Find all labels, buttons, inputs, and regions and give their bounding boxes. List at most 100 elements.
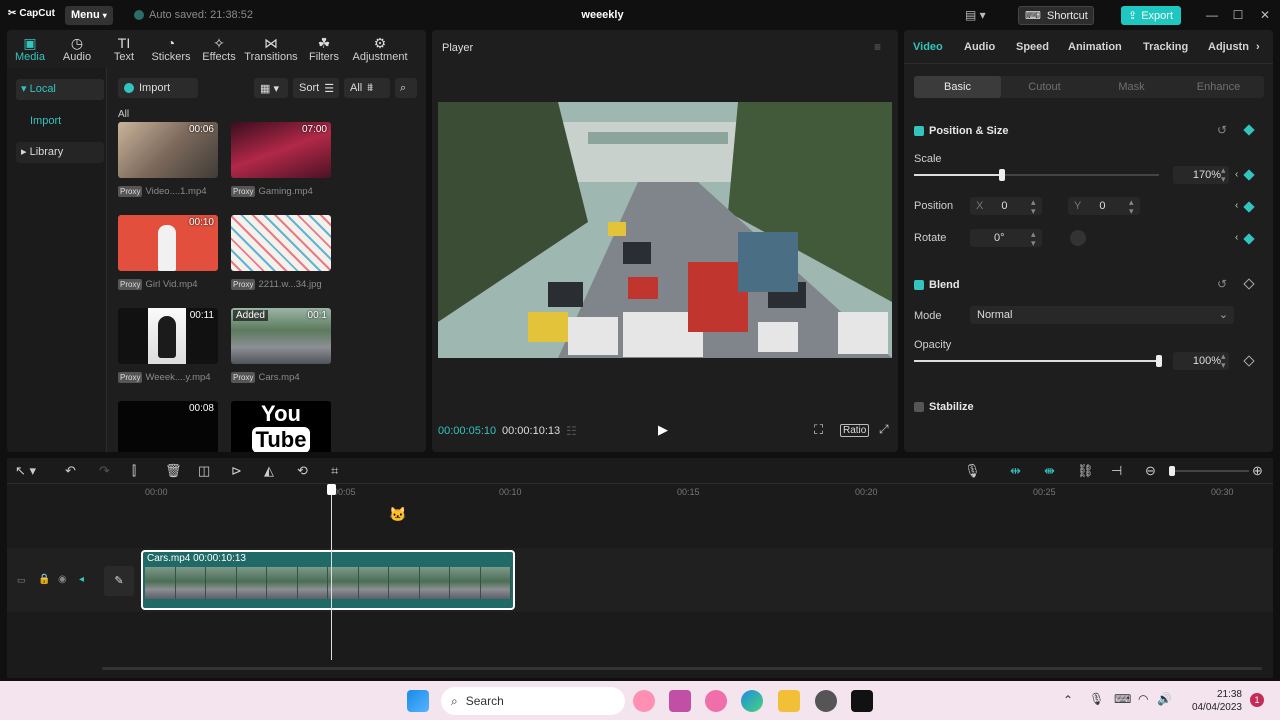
app-icon-2[interactable] [669,690,691,712]
sidebar-item-import[interactable]: Import [16,111,104,132]
minimize-icon[interactable]: — [1203,6,1221,24]
stabilize-section[interactable]: Stabilize [914,401,974,413]
stepper-icon[interactable]: ▴ ▾ [1031,198,1036,216]
search-button[interactable]: ⌕ [395,78,417,98]
zoom-knob[interactable] [1169,466,1175,476]
settings-icon[interactable] [815,690,837,712]
keyframe-outline-icon[interactable] [1243,278,1255,290]
magnet-icon[interactable]: ⇹ [1010,463,1021,479]
keyboard-tray-icon[interactable]: ⌨ [1114,692,1131,706]
blend-section[interactable]: Blend [914,279,960,291]
chevron-right-icon[interactable]: › [1256,41,1260,53]
tab-transitions[interactable]: ⋈ Transitions [243,30,299,68]
app-icon-1[interactable] [633,690,655,712]
reset-icon[interactable]: ↺ [1217,277,1227,291]
keyframe-icon[interactable] [1243,124,1255,136]
windows-start-icon[interactable] [407,690,429,712]
tab-animation[interactable]: Animation [1068,41,1122,53]
sort-button[interactable]: Sort ☰ [293,78,339,98]
tab-audio-props[interactable]: Audio [964,41,995,53]
prev-keyframe-icon[interactable]: ‹ [1235,200,1238,211]
lock-icon[interactable]: 🔒 [38,574,50,585]
preview-axis-icon[interactable]: ⊣ [1111,463,1122,479]
zoom-slider[interactable] [1169,466,1249,476]
rotate-icon[interactable]: ⟲ [297,463,308,479]
select-tool-icon[interactable]: ↖ ▾ [15,463,36,479]
freeze-icon[interactable]: ◫ [198,463,210,479]
sidebar-item-library[interactable]: ▸ Library [16,142,104,163]
audio-toggle-icon[interactable]: ◂ [79,574,84,585]
eye-icon[interactable]: ◉ [58,574,67,585]
wifi-icon[interactable]: ◠ [1138,692,1148,706]
edge-icon[interactable] [741,690,763,712]
horizontal-scrollbar[interactable] [102,667,1262,670]
hamburger-icon[interactable]: ≡ [874,40,881,54]
tab-stickers[interactable]: ◔ Stickers [147,30,195,68]
shortcut-button[interactable]: ⌨ Shortcut [1018,6,1094,25]
reset-icon[interactable]: ↺ [1217,123,1227,137]
maximize-icon[interactable]: ☐ [1229,6,1247,24]
opacity-knob[interactable] [1156,355,1162,367]
sidebar-item-local[interactable]: ▾ Local [16,79,104,100]
notification-badge[interactable]: 1 [1250,693,1264,707]
stepper-icon[interactable]: ▴ ▾ [1031,230,1036,248]
app-icon-3[interactable] [705,690,727,712]
taskbar-search[interactable]: ⌕ Search [441,687,625,715]
microphone-tray-icon[interactable]: 🎙 [1089,692,1104,706]
tab-media[interactable]: ▣ Media [7,30,53,68]
clock[interactable]: 21:38 04/04/2023 [1186,688,1242,714]
reverse-icon[interactable]: ⊳ [231,463,242,479]
capcut-taskbar-icon[interactable] [851,690,873,712]
link-icon[interactable]: ⇼ [1044,463,1055,479]
redo-icon[interactable]: ↷ [99,463,110,479]
track-cover-icon[interactable]: ▭ [17,575,26,586]
keyframe-icon[interactable] [1243,201,1255,213]
prev-keyframe-icon[interactable]: ‹ [1235,232,1238,243]
layout-icon[interactable]: ▤ ▾ [965,8,986,22]
video-preview[interactable] [438,102,892,358]
export-button[interactable]: ⇪ Export [1121,6,1181,25]
prev-keyframe-icon[interactable]: ‹ [1235,169,1238,180]
close-icon[interactable]: ✕ [1256,6,1274,24]
expand-icon[interactable]: ⤢ [879,422,889,437]
checkbox-icon[interactable] [914,402,924,412]
tab-video[interactable]: Video [913,41,943,53]
chevron-up-icon[interactable]: ⌃ [1063,693,1073,707]
play-icon[interactable]: ▶ [658,422,668,438]
subtab-mask[interactable]: Mask [1088,76,1175,98]
opacity-slider[interactable] [914,355,1162,367]
volume-icon[interactable]: 🔊 [1157,692,1172,706]
import-button[interactable]: Import [118,78,198,98]
scale-knob[interactable] [999,169,1006,181]
microphone-icon[interactable]: 🎙 [964,463,981,479]
view-toggle[interactable]: ▦ ▾ [254,78,288,98]
checkbox-icon[interactable] [914,126,924,136]
subtab-enhance[interactable]: Enhance [1175,76,1262,98]
stepper-icon[interactable]: ▴ ▾ [1221,352,1226,370]
scale-slider[interactable] [914,169,1159,181]
tab-adjustment[interactable]: ⚙ Adjustment [349,30,411,68]
fullscreen-crop-icon[interactable]: ⛶ [814,422,823,438]
keyframe-icon[interactable] [1243,233,1255,245]
file-explorer-icon[interactable] [778,690,800,712]
mode-select[interactable]: Normal ⌄ [970,306,1234,324]
keyframe-icon[interactable] [1243,169,1255,181]
undo-icon[interactable]: ↶ [65,463,76,479]
tab-audio[interactable]: ◷ Audio [53,30,101,68]
position-size-section[interactable]: Position & Size [914,125,1008,137]
zoom-in-icon[interactable]: ⊕ [1252,463,1263,479]
playhead-handle[interactable] [327,484,336,495]
chain-icon[interactable]: ⛓ [1077,463,1094,479]
zoom-out-icon[interactable]: ⊖ [1145,463,1156,479]
subtab-basic[interactable]: Basic [914,76,1001,98]
crop-icon[interactable]: ⌗ [331,463,338,479]
playhead[interactable] [327,484,336,660]
tab-text[interactable]: TI Text [101,30,147,68]
tab-tracking[interactable]: Tracking [1143,41,1188,53]
rotate-dial[interactable] [1070,230,1086,246]
keyframe-outline-icon[interactable] [1243,355,1255,367]
tab-speed[interactable]: Speed [1016,41,1049,53]
delete-icon[interactable]: 🗑 [165,463,182,479]
split-icon[interactable]: ⫿ [132,463,136,479]
tab-effects[interactable]: ✧ Effects [195,30,243,68]
